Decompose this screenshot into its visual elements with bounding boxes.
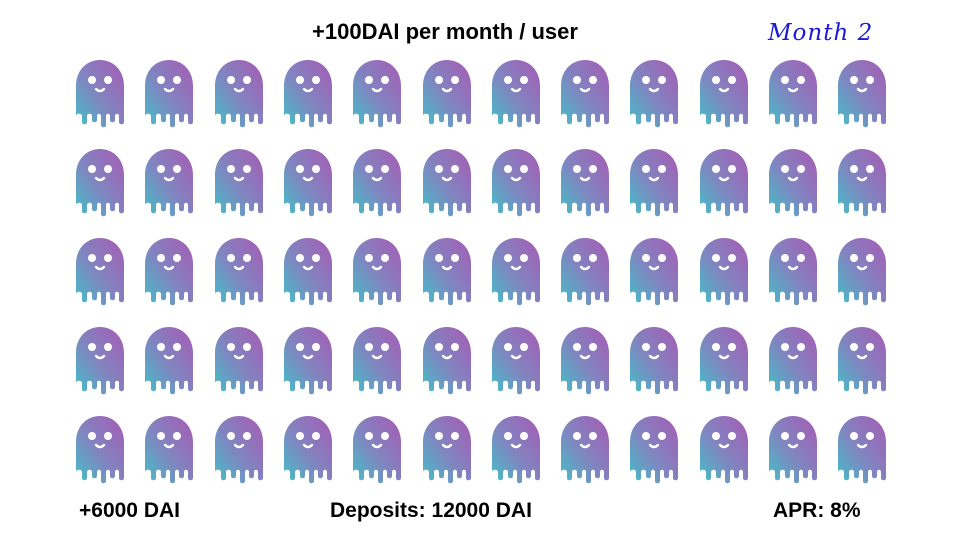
ghost-icon <box>834 58 890 128</box>
ghost-icon <box>557 414 613 484</box>
ghost-icon <box>211 414 267 484</box>
ghost-icon <box>211 236 267 306</box>
ghost-icon <box>349 147 405 217</box>
ghost-icon <box>141 236 197 306</box>
ghost-icon <box>557 236 613 306</box>
ghost-icon <box>834 147 890 217</box>
header-title: +100DAI per month / user <box>312 19 578 44</box>
ghost-icon <box>488 325 544 395</box>
ghost-icon <box>349 414 405 484</box>
ghost-icon <box>141 58 197 128</box>
ghost-icon <box>626 58 682 128</box>
ghost-icon <box>280 414 336 484</box>
ghost-icon <box>696 147 752 217</box>
ghost-icon <box>765 236 821 306</box>
ghost-icon <box>141 325 197 395</box>
ghost-icon <box>557 58 613 128</box>
ghost-icon <box>626 147 682 217</box>
ghost-icon <box>834 414 890 484</box>
ghost-icon <box>419 147 475 217</box>
ghost-icon <box>765 414 821 484</box>
ghost-icon <box>488 236 544 306</box>
ghost-icon <box>765 147 821 217</box>
ghost-icon <box>211 325 267 395</box>
ghost-icon <box>211 58 267 128</box>
ghost-grid <box>72 58 888 518</box>
deposits-total: Deposits: 12000 DAI <box>330 499 532 522</box>
ghost-icon <box>626 414 682 484</box>
ghost-icon <box>488 147 544 217</box>
ghost-icon <box>696 325 752 395</box>
ghost-icon <box>349 58 405 128</box>
ghost-icon <box>765 325 821 395</box>
ghost-icon <box>280 58 336 128</box>
earned-amount: +6000 DAI <box>79 499 180 522</box>
ghost-icon <box>488 58 544 128</box>
ghost-icon <box>72 414 128 484</box>
month-label: Month 2 <box>768 20 874 46</box>
ghost-icon <box>419 236 475 306</box>
apr-value: APR: 8% <box>773 499 861 522</box>
ghost-icon <box>419 414 475 484</box>
ghost-icon <box>696 58 752 128</box>
ghost-icon <box>488 414 544 484</box>
ghost-icon <box>349 325 405 395</box>
ghost-icon <box>72 147 128 217</box>
ghost-icon <box>72 325 128 395</box>
ghost-icon <box>696 236 752 306</box>
ghost-icon <box>557 325 613 395</box>
ghost-icon <box>834 236 890 306</box>
ghost-icon <box>72 58 128 128</box>
ghost-icon <box>280 236 336 306</box>
ghost-icon <box>834 325 890 395</box>
ghost-icon <box>211 147 267 217</box>
ghost-icon <box>72 236 128 306</box>
ghost-icon <box>626 325 682 395</box>
ghost-icon <box>141 147 197 217</box>
ghost-icon <box>419 325 475 395</box>
ghost-icon <box>280 147 336 217</box>
ghost-icon <box>280 325 336 395</box>
ghost-icon <box>626 236 682 306</box>
ghost-icon <box>696 414 752 484</box>
ghost-icon <box>349 236 405 306</box>
ghost-icon <box>141 414 197 484</box>
ghost-icon <box>557 147 613 217</box>
ghost-icon <box>765 58 821 128</box>
ghost-icon <box>419 58 475 128</box>
